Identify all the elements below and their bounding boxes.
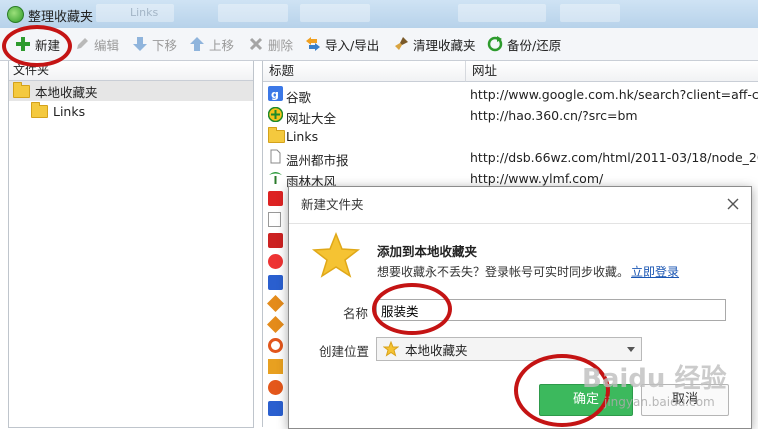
- move-up-button[interactable]: 上移: [189, 34, 234, 54]
- close-icon: [727, 198, 739, 210]
- table-row[interactable]: 雨林木风 http://www.ylmf.com/: [263, 168, 758, 189]
- column-header-url[interactable]: 网址: [466, 61, 758, 82]
- x-icon: [248, 36, 264, 52]
- tree-item-links[interactable]: Links: [31, 101, 85, 121]
- window-title: 整理收藏夹: [28, 10, 94, 25]
- pencil-icon: [74, 36, 90, 52]
- edit-button[interactable]: 编辑: [74, 34, 119, 54]
- title-bar: 整理收藏夹 Links: [0, 0, 758, 29]
- folder-pane: 文件夹 本地收藏夹 Links: [8, 61, 254, 428]
- login-link[interactable]: 立即登录: [631, 265, 679, 279]
- move-down-button[interactable]: 下移: [132, 34, 177, 54]
- backup-restore-button[interactable]: 备份/还原: [487, 34, 561, 54]
- star-icon: [383, 341, 399, 357]
- dialog-description: 想要收藏永不丢失？登录帐号可实时同步收藏。 立即登录: [377, 265, 680, 279]
- page-icon: [268, 149, 283, 164]
- table-row[interactable]: 网址大全 http://hao.360.cn/?src=bm: [263, 105, 758, 126]
- site-icon: [268, 191, 283, 206]
- site-icon: [267, 316, 284, 333]
- broom-icon: [393, 36, 409, 52]
- location-label: 创建位置: [319, 344, 370, 359]
- ylmf-icon: [268, 170, 283, 185]
- baidu-paw-icon: [268, 401, 283, 416]
- folder-icon: [13, 81, 30, 98]
- baidu-watermark: Baidu 经验: [582, 364, 727, 394]
- dialog-title: 新建文件夹: [289, 187, 751, 224]
- site-icon: [268, 233, 283, 248]
- refresh-icon: [487, 36, 503, 52]
- table-row[interactable]: Links: [263, 126, 758, 146]
- arrow-up-icon: [189, 36, 205, 52]
- table-row[interactable]: g 谷歌 http://www.google.com.hk/search?cli…: [263, 84, 758, 105]
- table-row[interactable]: 温州都市报 http://dsb.66wz.com/html/2011-03/1…: [263, 147, 758, 168]
- name-label: 名称: [343, 306, 369, 321]
- dialog-heading: 添加到本地收藏夹: [377, 244, 478, 259]
- toolbar: 新建 编辑 下移 上移 删除 导入/导出 清理收藏夹 备份/还原: [0, 28, 758, 61]
- close-button[interactable]: [723, 195, 743, 215]
- baidu-paw-icon: [268, 275, 283, 290]
- star-icon: [311, 231, 361, 278]
- baidu-watermark-url: jingyan.baidu.com: [604, 395, 715, 409]
- arrow-down-icon: [132, 36, 148, 52]
- weibo-icon: [268, 254, 283, 269]
- chevron-down-icon: [627, 347, 635, 352]
- site-icon: [268, 338, 283, 353]
- site-icon: [268, 359, 283, 374]
- import-export-button[interactable]: 导入/导出: [305, 34, 379, 54]
- google-icon: g: [268, 86, 283, 101]
- hao360-icon: [267, 106, 284, 123]
- svg-text:g: g: [271, 88, 279, 101]
- tree-item-local-favorites[interactable]: 本地收藏夹: [9, 81, 253, 101]
- clean-favorites-button[interactable]: 清理收藏夹: [393, 34, 476, 54]
- site-icon: [268, 380, 283, 395]
- page-icon: [268, 212, 281, 227]
- column-header-title[interactable]: 标题: [263, 61, 466, 82]
- annotation-circle-new: [2, 25, 72, 67]
- annotation-circle-name: [372, 283, 452, 335]
- folder-icon: [268, 127, 285, 145]
- browser-logo-icon: [7, 6, 24, 23]
- background-tab: Links: [96, 4, 174, 22]
- import-export-icon: [305, 36, 321, 52]
- delete-button[interactable]: 删除: [248, 34, 293, 54]
- folder-icon: [31, 101, 48, 118]
- site-icon: [267, 295, 284, 312]
